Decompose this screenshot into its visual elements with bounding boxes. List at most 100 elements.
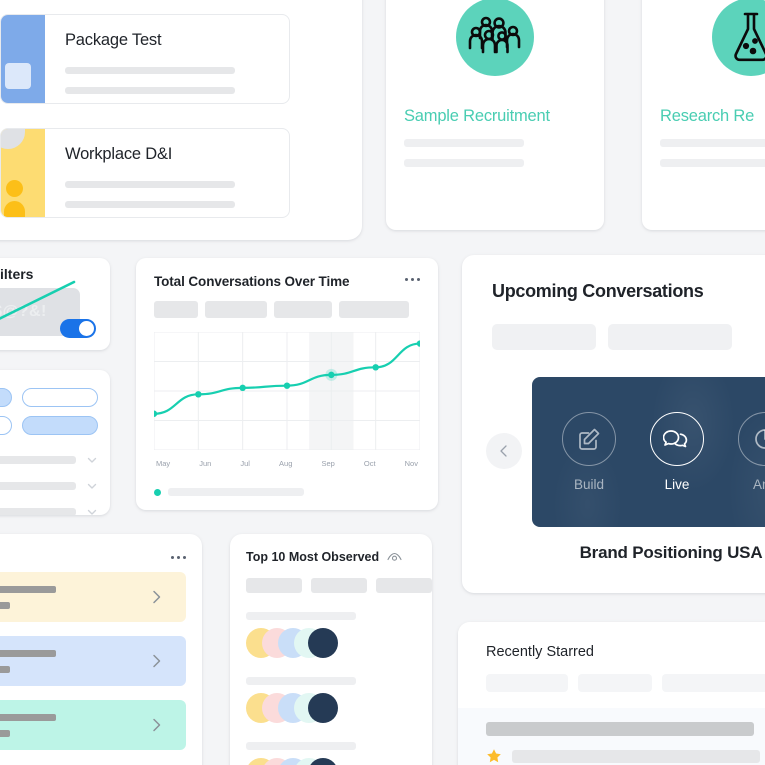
x-axis-tick: Oct bbox=[363, 459, 376, 468]
action-build[interactable]: Build bbox=[558, 412, 620, 492]
conversation-name: Brand Positioning USA bbox=[579, 543, 763, 562]
filter-pill[interactable] bbox=[0, 388, 12, 407]
x-axis-tick: Aug bbox=[279, 459, 293, 468]
line-chart bbox=[150, 331, 424, 451]
x-axis-tick: May bbox=[156, 459, 171, 468]
filter-pill[interactable] bbox=[22, 388, 98, 407]
list-item[interactable] bbox=[0, 572, 186, 622]
avatar-group bbox=[246, 628, 432, 658]
chevron-right-icon[interactable] bbox=[152, 718, 162, 732]
person-avatar-icon bbox=[6, 180, 23, 197]
card-title: Top 10 Most Observed bbox=[246, 550, 380, 564]
card-accent-yellow bbox=[1, 129, 45, 217]
action-live[interactable]: Live bbox=[646, 412, 708, 492]
avatar-group bbox=[246, 693, 432, 723]
page-title: Upcoming Conversations bbox=[492, 281, 704, 301]
filters-title: ilters bbox=[0, 266, 34, 282]
placeholder-line bbox=[0, 649, 56, 657]
starred-chips bbox=[486, 674, 765, 692]
profanity-text: $@?&! bbox=[0, 303, 47, 320]
action-label: Live bbox=[664, 477, 690, 492]
legend-dot bbox=[154, 488, 161, 496]
filter-select-row[interactable] bbox=[0, 499, 110, 515]
avatar-group bbox=[246, 758, 432, 765]
starred-row[interactable] bbox=[486, 748, 765, 764]
list-item[interactable] bbox=[0, 700, 186, 750]
placeholder-line bbox=[0, 456, 76, 464]
list-item[interactable] bbox=[0, 636, 186, 686]
recently-starred-card: Recently Starred bbox=[458, 622, 765, 765]
card-title: Recently Starred bbox=[486, 644, 594, 660]
chevron-down-icon bbox=[87, 483, 97, 489]
placeholder-chip bbox=[486, 674, 568, 692]
conversations-chart-card: Total Conversations Over Time May Jun Jul A… bbox=[136, 258, 438, 510]
template-card-title: Workplace D&I bbox=[65, 145, 173, 163]
filter-pill-row bbox=[0, 388, 110, 407]
list-item[interactable] bbox=[246, 742, 432, 765]
x-axis-tick: Sep bbox=[321, 459, 335, 468]
profanity-filter-card: ilters $@?&! bbox=[0, 258, 110, 350]
avatar bbox=[308, 693, 338, 723]
top-observed-card: Top 10 Most Observed bbox=[230, 534, 432, 765]
flask-beaker-icon bbox=[712, 0, 765, 76]
filter-select-row[interactable] bbox=[0, 447, 110, 473]
placeholder-chip bbox=[376, 578, 432, 593]
template-card-title: Package Test bbox=[65, 31, 162, 49]
placeholder-line bbox=[246, 742, 356, 750]
chart-plot-area: May Jun Jul Aug Sep Oct Nov bbox=[150, 331, 424, 468]
chart-filter-chip[interactable] bbox=[274, 301, 332, 318]
group-of-people-icon bbox=[456, 0, 534, 76]
placeholder-line bbox=[168, 488, 304, 496]
template-card-package-test[interactable]: Package Test bbox=[0, 14, 290, 104]
action-analyze[interactable]: Ana bbox=[734, 412, 765, 492]
list-item[interactable] bbox=[246, 612, 432, 658]
placeholder-line bbox=[65, 87, 235, 94]
feature-card-research-reports[interactable]: Research Re bbox=[642, 0, 765, 230]
chevron-right-icon[interactable] bbox=[152, 654, 162, 668]
placeholder-chip bbox=[246, 578, 302, 593]
toggle-knob bbox=[79, 321, 94, 336]
kebab-menu-icon[interactable] bbox=[405, 274, 420, 281]
colored-list-card bbox=[0, 534, 202, 765]
chart-title: Total Conversations Over Time bbox=[154, 274, 350, 289]
feature-card-sample-recruitment[interactable]: Sample Recruitment bbox=[386, 0, 604, 230]
decorative-blob bbox=[1, 129, 25, 149]
filter-pill[interactable] bbox=[0, 416, 12, 435]
kebab-menu-icon[interactable] bbox=[171, 552, 186, 559]
feature-card-title: Research Re bbox=[660, 107, 755, 125]
chart-filter-chip[interactable] bbox=[339, 301, 409, 318]
action-label: Ana bbox=[752, 477, 765, 492]
chart-filter-chip[interactable] bbox=[154, 301, 198, 318]
chat-bubbles-icon bbox=[650, 412, 704, 466]
profanity-filter-toggle[interactable] bbox=[60, 319, 96, 338]
placeholder-line bbox=[65, 201, 235, 208]
upcoming-chips bbox=[492, 324, 765, 350]
filter-options-card bbox=[0, 370, 110, 515]
placeholder-line bbox=[246, 677, 356, 685]
placeholder-line bbox=[65, 67, 235, 74]
placeholder-chip bbox=[662, 674, 765, 692]
card-accent-blue bbox=[1, 15, 45, 103]
previous-conversation-button[interactable] bbox=[486, 433, 522, 469]
chart-legend bbox=[154, 488, 420, 496]
chevron-right-icon[interactable] bbox=[152, 590, 162, 604]
filter-select-row[interactable] bbox=[0, 473, 110, 499]
filter-pill[interactable] bbox=[22, 416, 98, 435]
filter-pill-row bbox=[0, 416, 110, 435]
chart-x-axis: May Jun Jul Aug Sep Oct Nov bbox=[154, 459, 420, 468]
template-card-workplace-di[interactable]: Workplace D&I bbox=[0, 128, 290, 218]
placeholder-line bbox=[0, 713, 56, 721]
placeholder-chip bbox=[311, 578, 367, 593]
eye-icon[interactable] bbox=[387, 552, 402, 563]
top-observed-items bbox=[246, 612, 432, 765]
placeholder-chip bbox=[492, 324, 596, 350]
action-label: Build bbox=[573, 477, 605, 492]
chevron-down-icon bbox=[87, 509, 97, 515]
list-item[interactable] bbox=[246, 677, 432, 723]
chart-filter-chip[interactable] bbox=[205, 301, 267, 318]
template-group-panel: Package Test Workplace D&I bbox=[0, 0, 362, 240]
conversation-tile[interactable]: Build Live Ana bbox=[532, 377, 765, 527]
star-icon[interactable] bbox=[486, 748, 502, 764]
chart-filter-chips bbox=[154, 301, 420, 318]
placeholder-line bbox=[65, 181, 235, 188]
